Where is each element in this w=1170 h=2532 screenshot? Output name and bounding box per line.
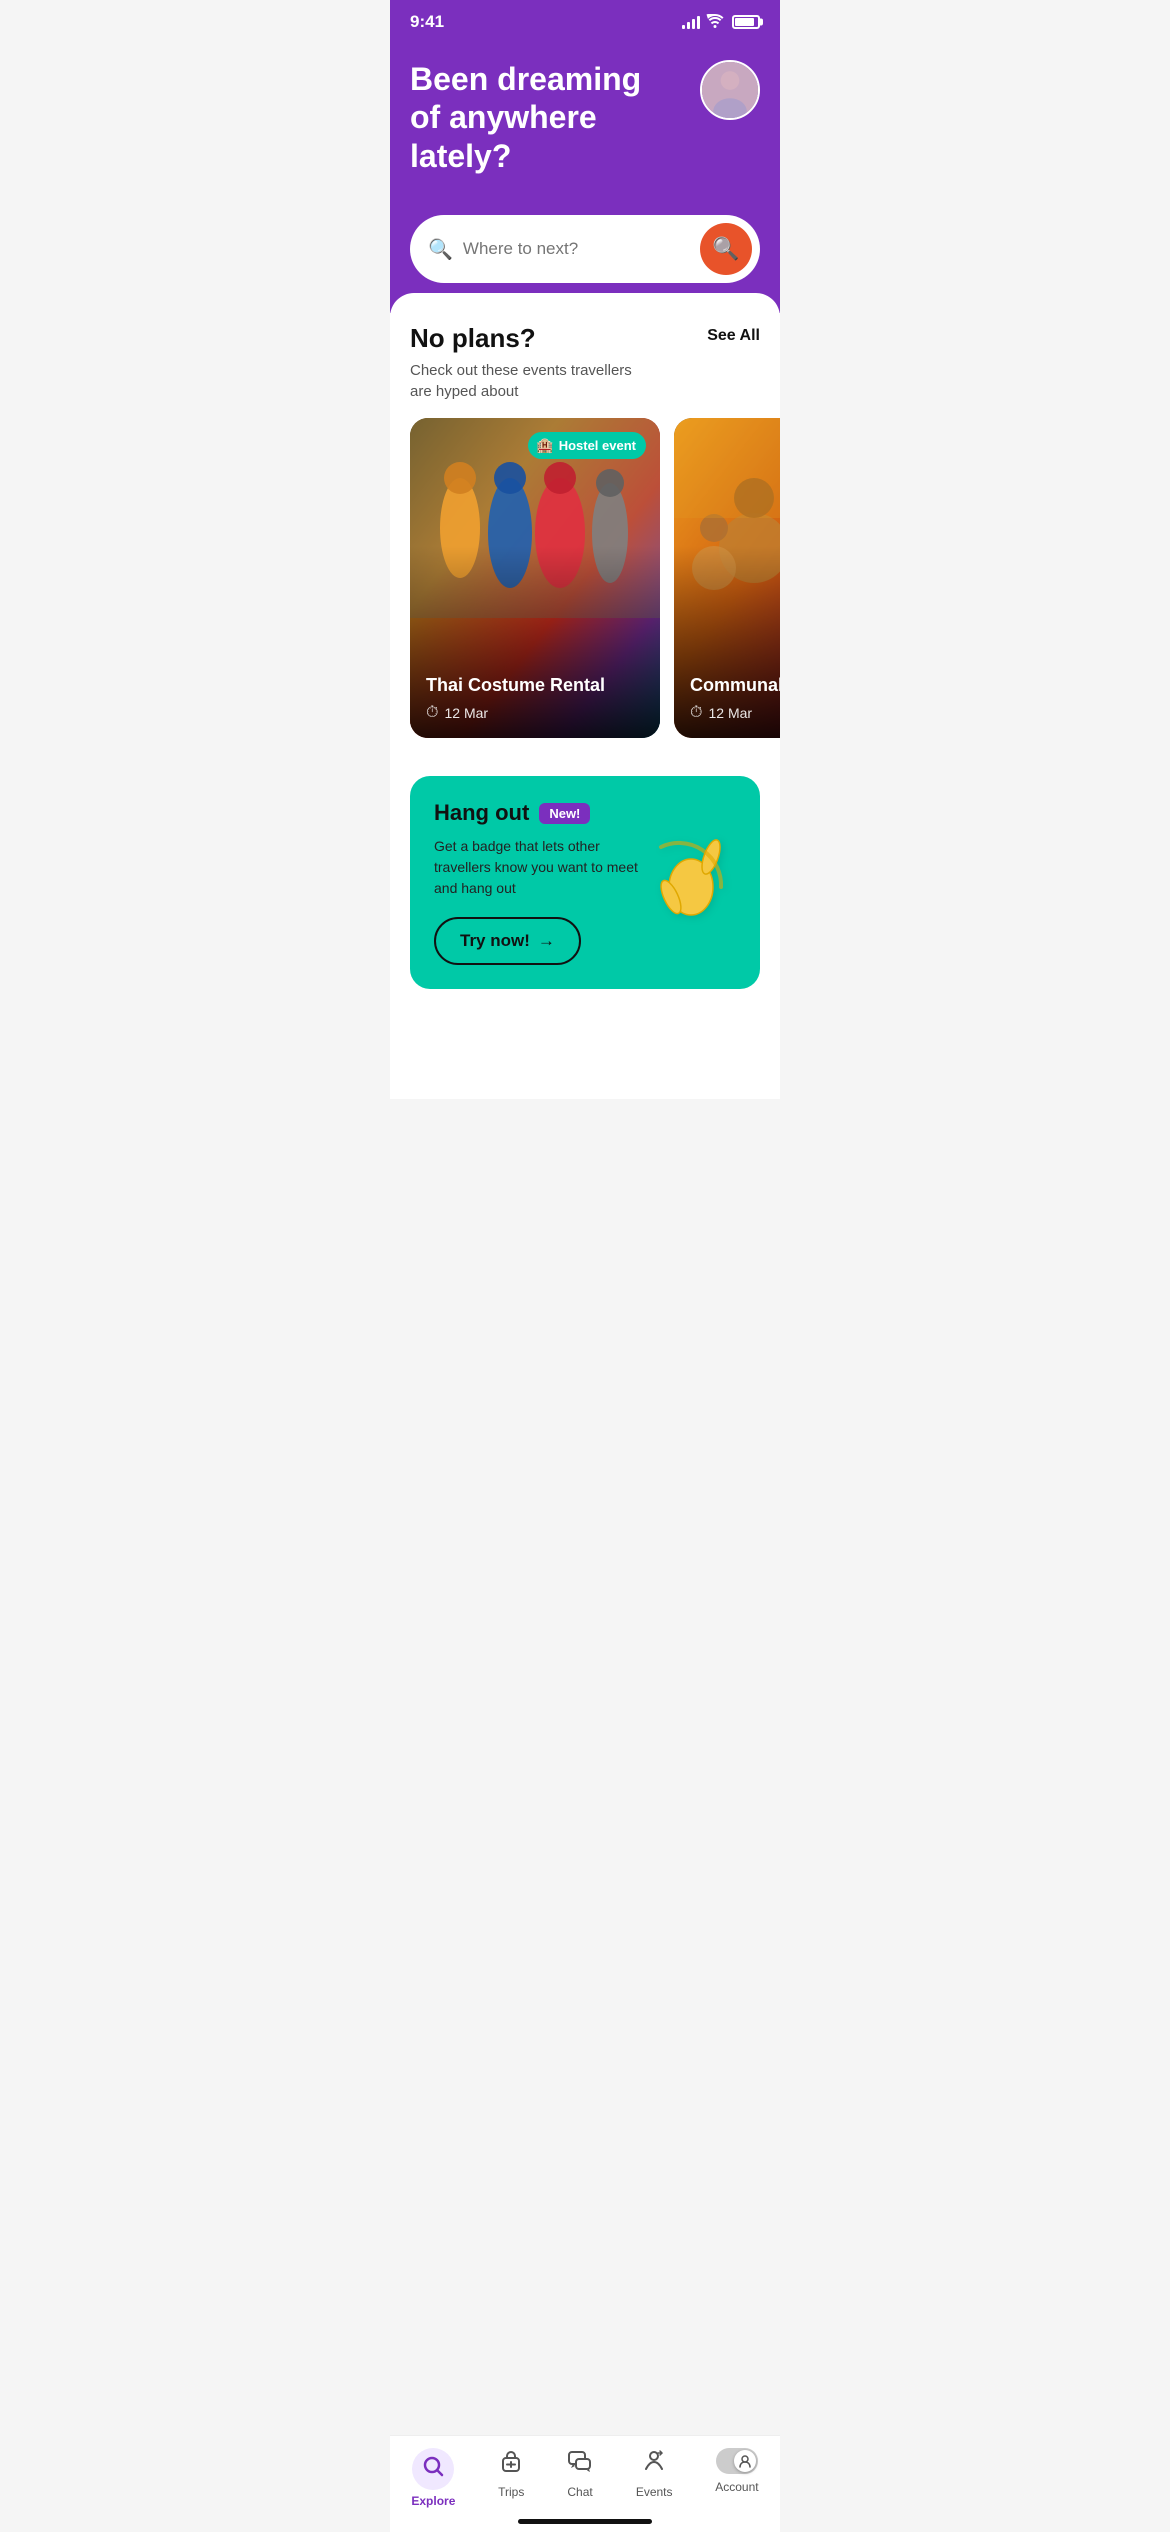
explore-icon xyxy=(421,2454,445,2485)
explore-label: Explore xyxy=(411,2494,455,2508)
event-card-thai[interactable]: 🏨 Hostel event Thai Costume Rental ⏱ 12 … xyxy=(410,418,660,738)
events-icon xyxy=(641,2448,667,2481)
status-bar: 9:41 xyxy=(390,0,780,40)
wifi-icon xyxy=(706,14,724,31)
nav-item-explore[interactable]: Explore xyxy=(401,2444,465,2512)
nav-item-events[interactable]: Events xyxy=(626,2444,683,2512)
no-plans-subtitle: Check out these events travellers are hy… xyxy=(410,360,650,402)
hangout-emoji xyxy=(646,832,736,934)
new-badge: New! xyxy=(539,803,590,824)
hangout-title: Hang out xyxy=(434,800,529,826)
search-button-icon: 🔍 xyxy=(712,236,739,262)
chat-label: Chat xyxy=(567,2485,592,2499)
status-time: 9:41 xyxy=(410,12,444,32)
nav-item-chat[interactable]: Chat xyxy=(557,2444,603,2512)
avatar[interactable] xyxy=(700,60,760,120)
clock-icon-2: ⏱ xyxy=(690,704,702,722)
header: Been dreaming of anywhere lately? xyxy=(390,40,780,215)
account-label: Account xyxy=(715,2480,758,2494)
search-input[interactable] xyxy=(463,239,690,259)
hostel-icon-1: 🏨 xyxy=(536,437,553,454)
chat-icon xyxy=(567,2448,593,2481)
battery-icon xyxy=(732,15,760,29)
hangout-card: Hang out New! Get a badge that lets othe… xyxy=(410,776,760,989)
status-icons xyxy=(682,14,760,31)
explore-icon-bg xyxy=(412,2448,454,2490)
event-title-1: Thai Costume Rental xyxy=(426,675,644,696)
event-badge-1: 🏨 Hostel event xyxy=(528,432,646,459)
signal-icon xyxy=(682,15,700,29)
event-date-2: ⏱ 12 Mar xyxy=(690,704,780,722)
arrow-icon: → xyxy=(538,931,555,951)
event-card-communal[interactable]: 🏨 Hostel event Communal Dinn... ⏱ 12 Mar xyxy=(674,418,780,738)
trips-icon xyxy=(498,2448,524,2481)
header-title: Been dreaming of anywhere lately? xyxy=(410,60,670,175)
event-info-2: Communal Dinn... ⏱ 12 Mar xyxy=(690,675,780,722)
events-scroll: 🏨 Hostel event Thai Costume Rental ⏱ 12 … xyxy=(390,418,780,748)
see-all-button[interactable]: See All xyxy=(707,323,760,345)
main-content: No plans? Check out these events travell… xyxy=(390,293,780,1099)
bottom-nav: Explore Trips Chat xyxy=(390,2435,780,2532)
try-now-button[interactable]: Try now! → xyxy=(434,917,581,965)
account-toggle-thumb xyxy=(734,2450,756,2472)
search-button[interactable]: 🔍 xyxy=(700,223,752,275)
event-date-1: ⏱ 12 Mar xyxy=(426,704,644,722)
no-plans-title: No plans? xyxy=(410,323,650,354)
event-info-1: Thai Costume Rental ⏱ 12 Mar xyxy=(426,675,644,722)
trips-label: Trips xyxy=(498,2485,524,2499)
search-bar[interactable]: 🔍 🔍 xyxy=(410,215,760,283)
event-title-2: Communal Dinn... xyxy=(690,675,780,696)
search-icon-left: 🔍 xyxy=(428,237,453,262)
clock-icon-1: ⏱ xyxy=(426,704,438,722)
hangout-description: Get a badge that lets other travellers k… xyxy=(434,836,646,899)
nav-item-account[interactable]: Account xyxy=(705,2444,768,2512)
no-plans-section-header: No plans? Check out these events travell… xyxy=(410,323,760,402)
events-label: Events xyxy=(636,2485,673,2499)
home-indicator xyxy=(518,2519,652,2524)
nav-item-trips[interactable]: Trips xyxy=(488,2444,534,2512)
